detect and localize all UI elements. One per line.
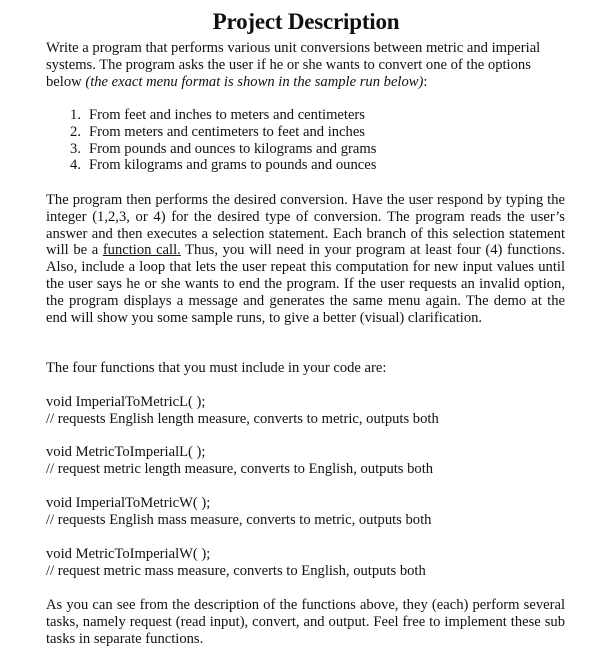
function-comment: // requests English length measure, conv… (46, 410, 439, 427)
function-call-underlined: function call. (102, 242, 181, 259)
function-comment: // request metric mass measure, converts… (46, 562, 426, 579)
list-item-number: 1. (70, 107, 81, 123)
list-item: 2. From meters and centimeters to feet an… (46, 124, 376, 141)
conversion-options-list: 1. From feet and inches to meters and cen… (46, 107, 376, 174)
intro-italic-note: (the exact menu format is shown in the s… (85, 73, 424, 90)
closing-paragraph: As you can see from the description of t… (46, 597, 565, 647)
function-comment: // requests English mass measure, conver… (46, 511, 432, 528)
intro-paragraph: Write a program that performs various un… (46, 40, 565, 90)
list-item-text: From feet and inches to meters and centi… (89, 107, 365, 123)
functions-intro: The four functions that you must include… (46, 360, 387, 376)
list-item: 4. From kilograms and grams to pounds and… (46, 157, 376, 174)
intro-colon: : (423, 73, 428, 90)
function-block: void MetricToImperialW( ); // request me… (46, 546, 426, 580)
function-signature: void MetricToImperialW( ); (46, 546, 211, 562)
function-block: void MetricToImperialL( ); // request me… (46, 444, 433, 478)
list-item-number: 3. (70, 140, 81, 157)
details-paragraph: The program then performs the desired co… (46, 192, 565, 326)
list-item-number: 2. (70, 123, 81, 140)
function-signature: void ImperialToMetricW( ); (46, 495, 211, 511)
list-item: 1. From feet and inches to meters and cen… (46, 107, 376, 124)
function-signature: void MetricToImperialL( ); (46, 444, 206, 460)
list-item-text: From meters and centimeters to feet and … (89, 123, 365, 140)
function-comment: // request metric length measure, conver… (46, 460, 434, 477)
list-item-text: From pounds and ounces to kilograms and … (89, 140, 377, 157)
function-block: void ImperialToMetricW( ); // requests E… (46, 495, 431, 529)
function-signature: void ImperialToMetricL( ); (46, 394, 206, 410)
page-title: Project Description (212, 9, 400, 34)
list-item-number: 4. (70, 157, 81, 174)
list-item-text: From kilograms and grams to pounds and o… (89, 157, 377, 174)
list-item: 3. From pounds and ounces to kilograms an… (46, 141, 376, 158)
function-block: void ImperialToMetricL( ); // requests E… (46, 394, 439, 428)
